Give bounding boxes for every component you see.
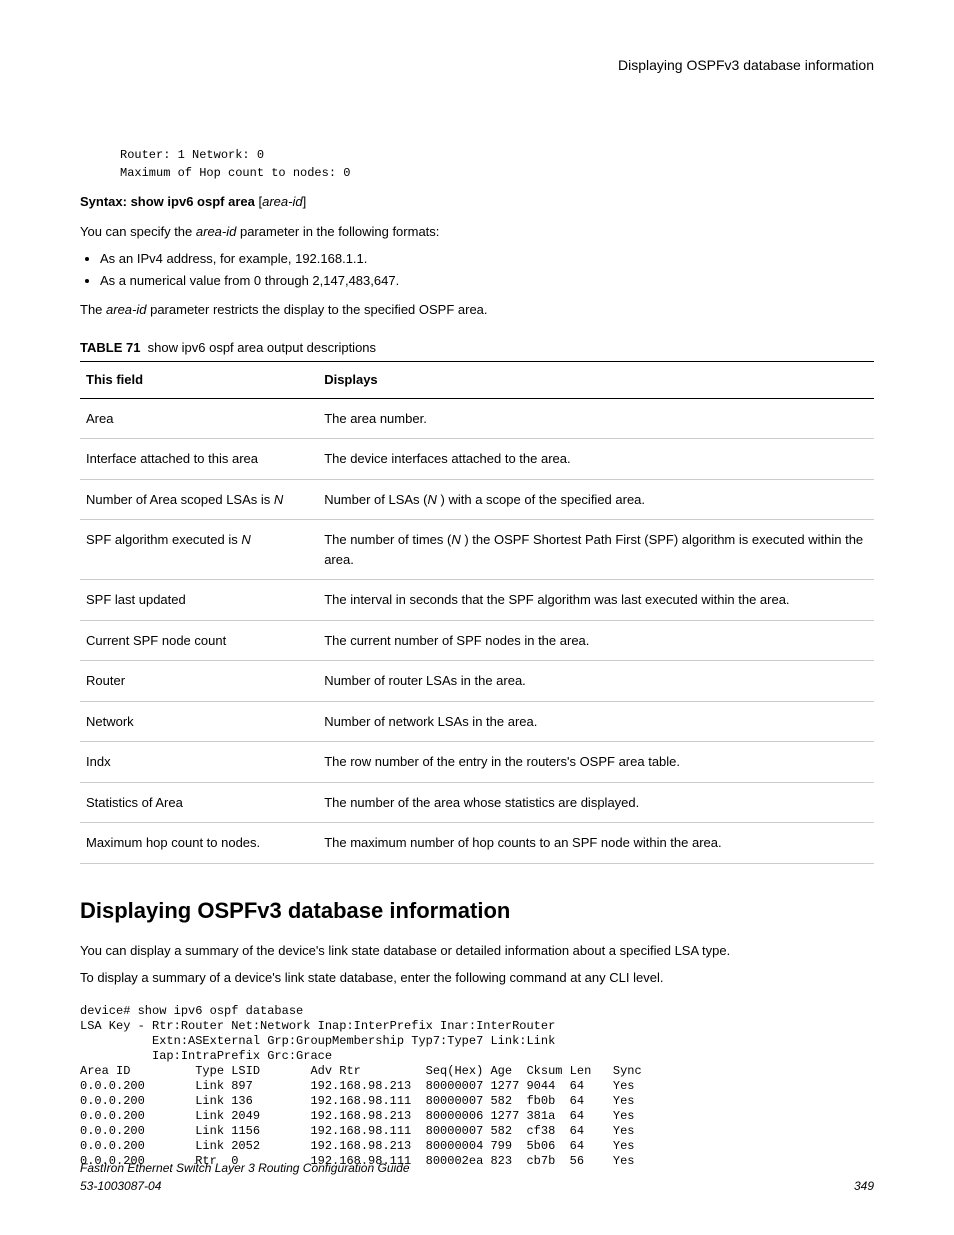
format-list: As an IPv4 address, for example, 192.168… <box>80 249 874 290</box>
para-specify-formats: You can specify the area-id parameter in… <box>80 222 874 242</box>
displays-cell: Number of LSAs (N ) with a scope of the … <box>318 479 874 520</box>
footer-page-number: 349 <box>854 1177 874 1195</box>
section-heading: Displaying OSPFv3 database information <box>80 894 874 927</box>
field-cell: Interface attached to this area <box>80 439 318 480</box>
table-row: NetworkNumber of network LSAs in the are… <box>80 701 874 742</box>
field-cell: Maximum hop count to nodes. <box>80 823 318 864</box>
area-id-var: area-id <box>196 224 236 239</box>
table-row: RouterNumber of router LSAs in the area. <box>80 661 874 702</box>
displays-cell: The number of times (N ) the OSPF Shorte… <box>318 520 874 580</box>
table-caption: TABLE 71 show ipv6 ospf area output desc… <box>80 338 874 358</box>
footer-doc-number: 53-1003087-04 <box>80 1179 161 1193</box>
col-header-field: This field <box>80 362 318 399</box>
syntax-prefix: Syntax: show ipv6 ospf area <box>80 194 255 209</box>
cli-output: device# show ipv6 ospf database LSA Key … <box>80 1004 874 1169</box>
field-cell: SPF last updated <box>80 580 318 621</box>
syntax-arg: area-id <box>262 194 302 209</box>
table-row: SPF last updatedThe interval in seconds … <box>80 580 874 621</box>
field-cell: Network <box>80 701 318 742</box>
table-row: IndxThe row number of the entry in the r… <box>80 742 874 783</box>
output-descriptions-table: This field Displays AreaThe area number.… <box>80 361 874 864</box>
displays-cell: The interval in seconds that the SPF alg… <box>318 580 874 621</box>
list-item: As a numerical value from 0 through 2,14… <box>100 271 874 291</box>
displays-cell: Number of network LSAs in the area. <box>318 701 874 742</box>
para-summary-intro: You can display a summary of the device'… <box>80 941 874 961</box>
displays-cell: The row number of the entry in the route… <box>318 742 874 783</box>
displays-cell: The area number. <box>318 398 874 439</box>
code-snippet-top: Router: 1 Network: 0 Maximum of Hop coun… <box>120 146 874 182</box>
displays-cell: The maximum number of hop counts to an S… <box>318 823 874 864</box>
list-item: As an IPv4 address, for example, 192.168… <box>100 249 874 269</box>
syntax-bracket-close: ] <box>303 194 307 209</box>
page-footer: FastIron Ethernet Switch Layer 3 Routing… <box>80 1159 874 1195</box>
table-row: SPF algorithm executed is NThe number of… <box>80 520 874 580</box>
table-row: Number of Area scoped LSAs is NNumber of… <box>80 479 874 520</box>
table-row: Interface attached to this areaThe devic… <box>80 439 874 480</box>
col-header-displays: Displays <box>318 362 874 399</box>
displays-cell: Number of router LSAs in the area. <box>318 661 874 702</box>
syntax-line: Syntax: show ipv6 ospf area [area-id] <box>80 192 874 212</box>
field-cell: Indx <box>80 742 318 783</box>
field-cell: SPF algorithm executed is N <box>80 520 318 580</box>
table-row: Maximum hop count to nodes.The maximum n… <box>80 823 874 864</box>
table-row: Current SPF node countThe current number… <box>80 620 874 661</box>
field-cell: Current SPF node count <box>80 620 318 661</box>
table-caption-text: show ipv6 ospf area output descriptions <box>148 340 376 355</box>
displays-cell: The number of the area whose statistics … <box>318 782 874 823</box>
para-restrict: The area-id parameter restricts the disp… <box>80 300 874 320</box>
footer-doc-title: FastIron Ethernet Switch Layer 3 Routing… <box>80 1161 410 1175</box>
field-cell: Number of Area scoped LSAs is N <box>80 479 318 520</box>
running-header: Displaying OSPFv3 database information <box>80 55 874 76</box>
page: Displaying OSPFv3 database information R… <box>0 0 954 1235</box>
displays-cell: The current number of SPF nodes in the a… <box>318 620 874 661</box>
para-command-intro: To display a summary of a device's link … <box>80 968 874 988</box>
field-cell: Area <box>80 398 318 439</box>
field-cell: Statistics of Area <box>80 782 318 823</box>
field-cell: Router <box>80 661 318 702</box>
table-row: AreaThe area number. <box>80 398 874 439</box>
table-label: TABLE 71 <box>80 340 140 355</box>
area-id-var: area-id <box>106 302 146 317</box>
table-row: Statistics of AreaThe number of the area… <box>80 782 874 823</box>
displays-cell: The device interfaces attached to the ar… <box>318 439 874 480</box>
